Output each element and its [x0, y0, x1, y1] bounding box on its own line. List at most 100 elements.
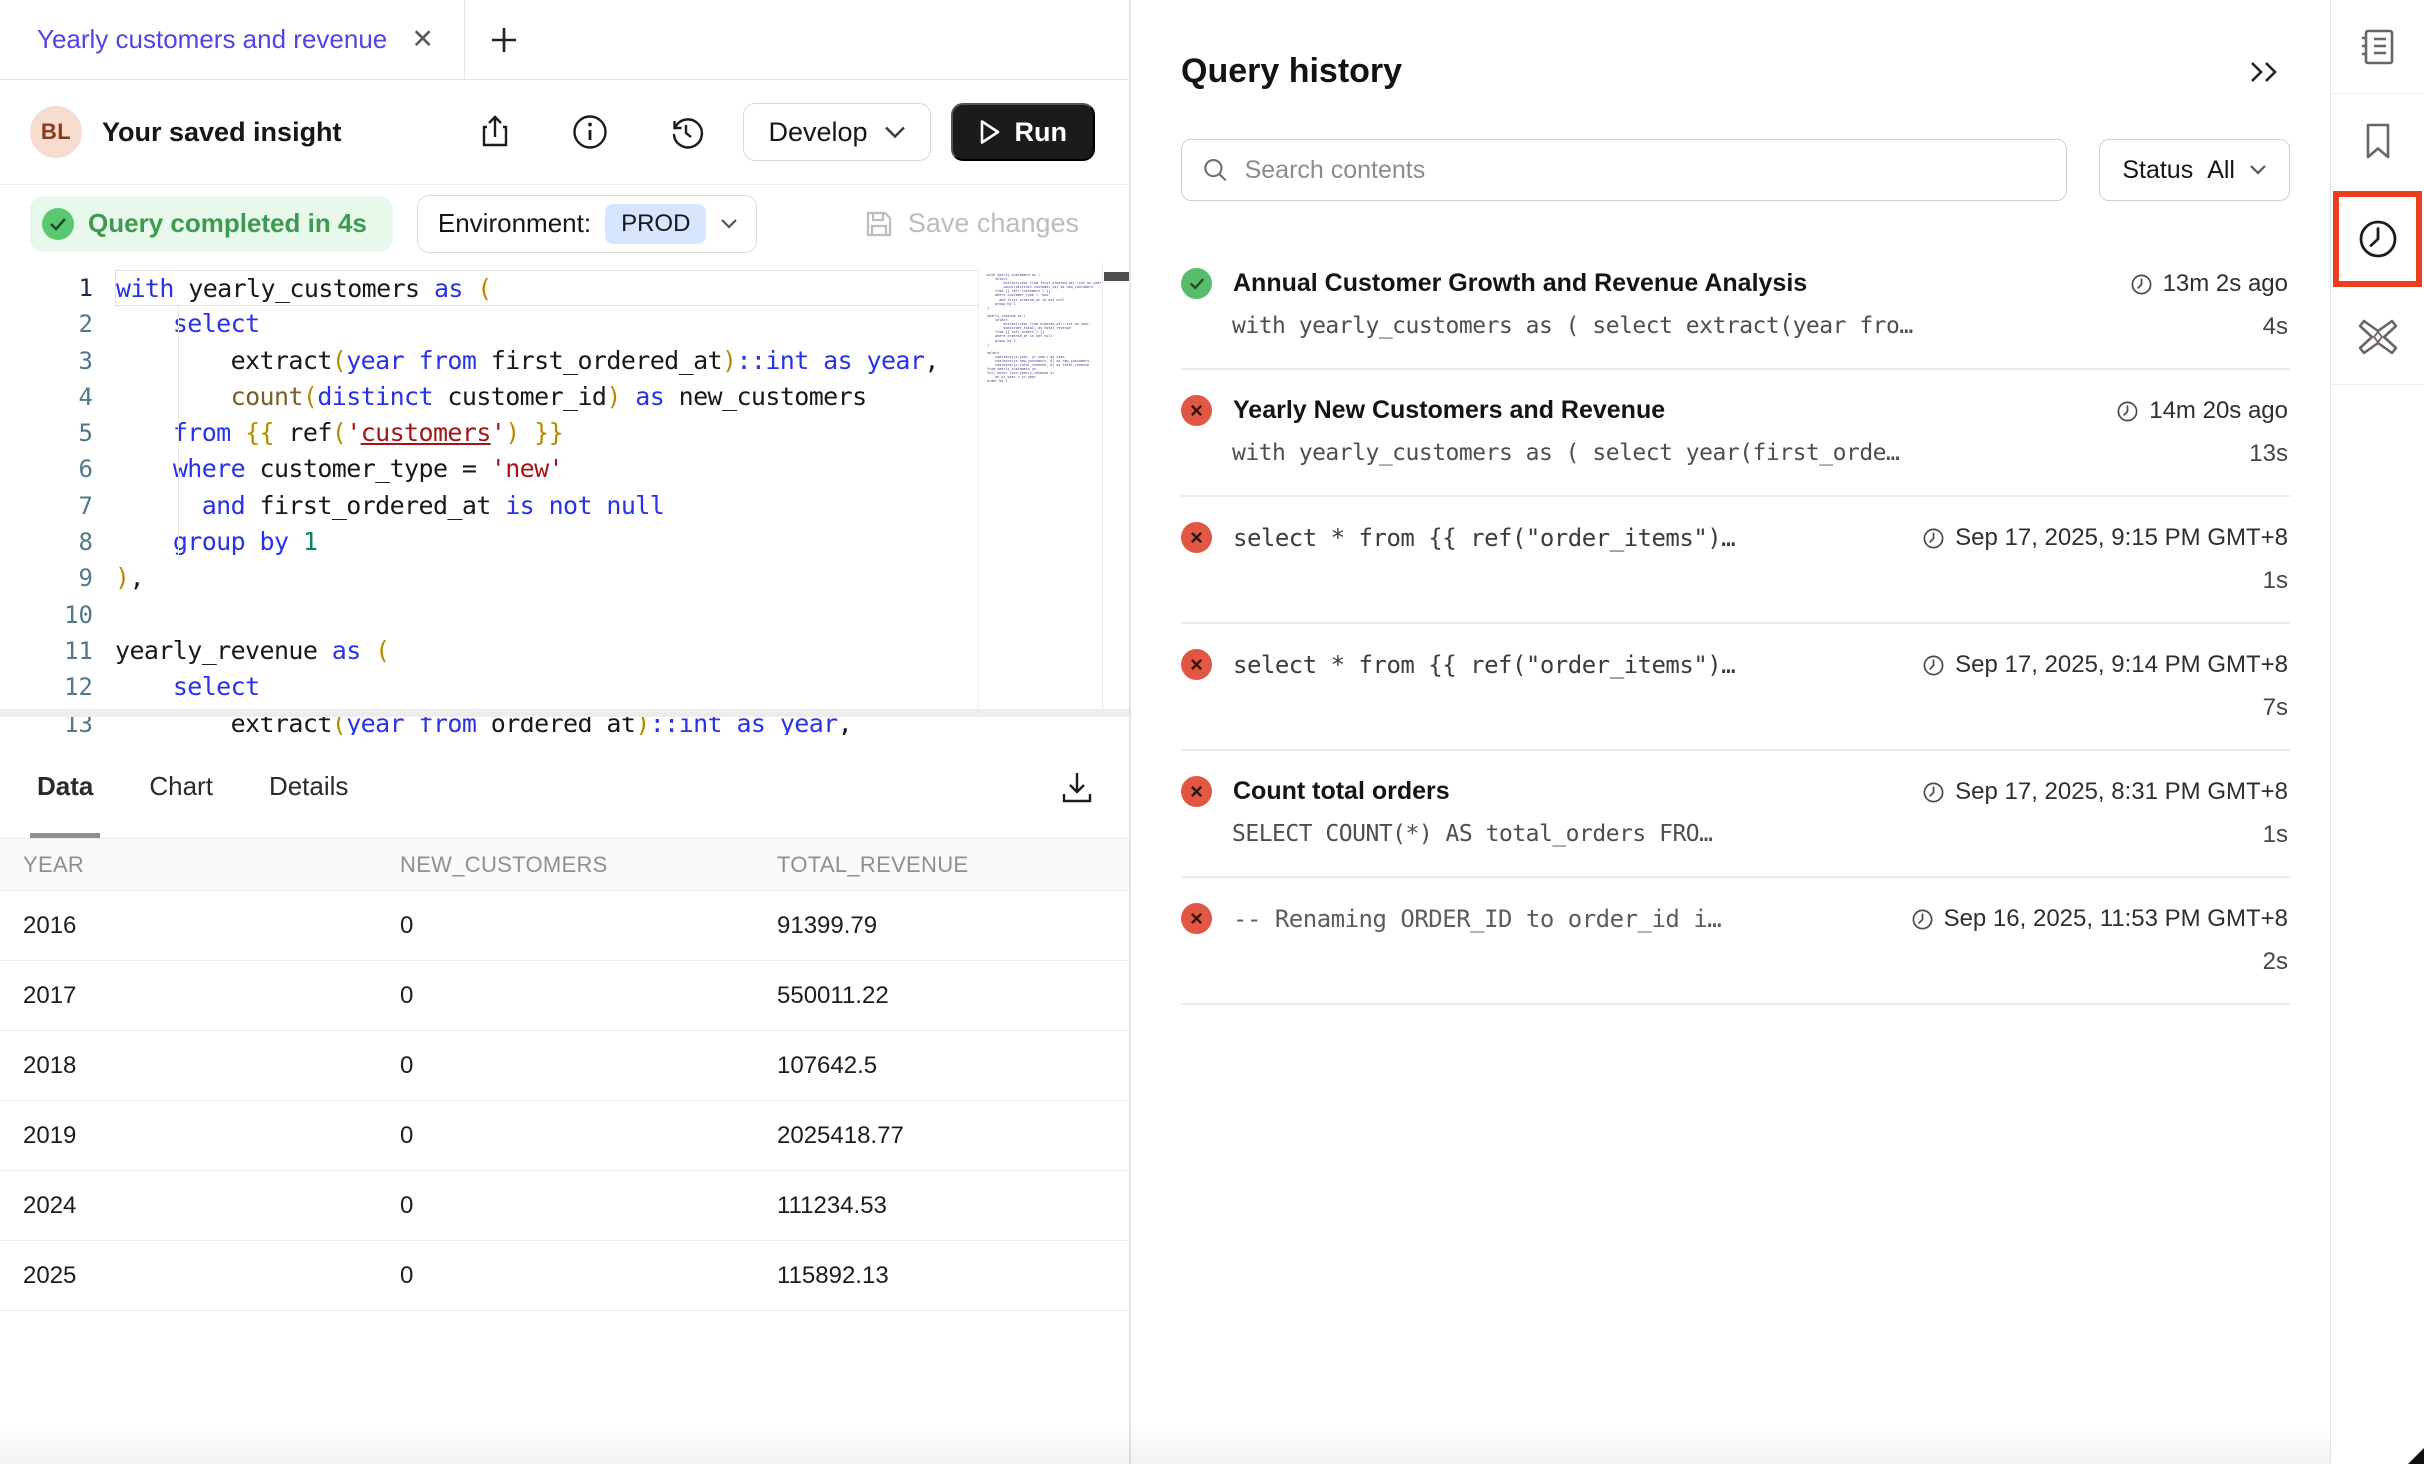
query-time-text: Sep 17, 2025, 8:31 PM GMT+8	[1955, 778, 2288, 806]
save-changes-button[interactable]: Save changes	[864, 208, 1079, 239]
query-history-entry[interactable]: select * from {{ ref("order_items")… Sep …	[1181, 497, 2290, 624]
version-history-button[interactable]	[667, 113, 705, 151]
table-cell: 0	[377, 961, 754, 1031]
query-time-text: 14m 20s ago	[2149, 397, 2288, 425]
check-circle-icon	[42, 208, 74, 240]
query-time: 14m 20s ago	[2116, 395, 2288, 425]
clock-history-icon	[2355, 216, 2401, 262]
results-header-row: YEARNEW_CUSTOMERSTOTAL_REVENUE	[0, 839, 1129, 891]
table-row: 20170550011.22	[0, 961, 1129, 1031]
table-row: 20250115892.13	[0, 1241, 1129, 1311]
share-icon	[477, 113, 513, 151]
code-line: select	[115, 306, 1129, 342]
environment-selector[interactable]: Environment: PROD	[417, 195, 758, 253]
query-history-entry[interactable]: -- Renaming ORDER_ID to order_id i…Sep 1…	[1181, 878, 2290, 1005]
new-tab-button[interactable]	[487, 23, 521, 57]
query-time: Sep 17, 2025, 9:15 PM GMT+8	[1922, 522, 2288, 552]
query-history-tool-button[interactable]	[2355, 216, 2401, 262]
develop-label: Develop	[768, 117, 867, 148]
line-number: 4	[0, 379, 93, 415]
results-tab-details[interactable]: Details	[269, 735, 348, 838]
editor-scrollbar[interactable]	[1102, 262, 1129, 717]
status-filter-value: All	[2207, 156, 2235, 185]
clock-icon	[1922, 781, 1945, 804]
close-icon[interactable]: ✕	[407, 24, 438, 55]
tab-title: Yearly customers and revenue	[37, 24, 407, 55]
run-button[interactable]: Run	[951, 103, 1095, 161]
query-history-entry[interactable]: select * from {{ ref("order_items")… Sep …	[1181, 624, 2290, 751]
query-history-entry[interactable]: Annual Customer Growth and Revenue Analy…	[1181, 243, 2290, 370]
active-tool-highlight	[2333, 191, 2422, 287]
version-history-icon	[667, 113, 705, 151]
query-history-entry[interactable]: Count total orders Sep 17, 2025, 8:31 PM …	[1181, 751, 2290, 878]
share-button[interactable]	[477, 113, 513, 151]
chevron-down-icon	[720, 218, 738, 230]
notebook-tool-button[interactable]	[2331, 0, 2424, 94]
indent-guide	[178, 306, 179, 560]
table-cell: 2018	[0, 1031, 377, 1101]
query-title: -- Renaming ORDER_ID to order_id i…	[1233, 905, 1721, 933]
tab-yearly-customers[interactable]: Yearly customers and revenue ✕	[0, 0, 465, 79]
table-cell: 2017	[0, 961, 377, 1031]
results-tab-chart[interactable]: Chart	[149, 735, 213, 838]
clock-icon	[1911, 908, 1934, 931]
search-box[interactable]	[1181, 139, 2067, 201]
results-tab-data[interactable]: Data	[37, 735, 93, 838]
status-filter-button[interactable]: Status All	[2099, 139, 2290, 201]
results-table: YEARNEW_CUSTOMERSTOTAL_REVENUE 201609139…	[0, 838, 1129, 1311]
info-icon	[571, 113, 609, 151]
search-input[interactable]	[1245, 156, 2047, 185]
double-chevron-right-icon	[2248, 59, 2282, 85]
code-line: yearly_revenue as (	[115, 633, 1129, 669]
table-cell: 2025	[0, 1241, 377, 1311]
code-line: ),	[115, 560, 1129, 596]
code-line: select	[115, 669, 1129, 705]
column-header: TOTAL_REVENUE	[754, 839, 1129, 891]
query-duration: 2s	[2263, 948, 2288, 976]
compass-icon	[2355, 315, 2401, 359]
sql-editor[interactable]: 12345678910111213 with yearly_customers …	[0, 262, 1129, 735]
table-cell: 0	[377, 891, 754, 961]
table-row: 201902025418.77	[0, 1101, 1129, 1171]
save-changes-label: Save changes	[908, 208, 1079, 239]
collapse-panel-button[interactable]	[2248, 59, 2282, 85]
error-icon	[1181, 395, 1212, 426]
clock-icon	[2116, 400, 2139, 423]
query-status-pill: Query completed in 4s	[30, 196, 393, 252]
tool-rail	[2330, 0, 2424, 1464]
insight-header: BL Your saved insight Develop Run	[0, 80, 1129, 185]
compass-tool-button[interactable]	[2331, 290, 2424, 384]
table-cell: 115892.13	[754, 1241, 1129, 1311]
line-number: 3	[0, 343, 93, 379]
status-filter-label: Status	[2122, 156, 2193, 185]
query-snippet: SELECT COUNT(*) AS total_orders FRO…	[1232, 821, 1713, 849]
line-number: 9	[0, 560, 93, 596]
editor-gutter: 12345678910111213	[0, 270, 115, 735]
line-number: 2	[0, 306, 93, 342]
line-number: 10	[0, 597, 93, 633]
query-title: Count total orders	[1233, 777, 1450, 806]
query-time-text: Sep 17, 2025, 9:14 PM GMT+8	[1955, 651, 2288, 679]
develop-button[interactable]: Develop	[743, 103, 930, 161]
bookmark-tool-button[interactable]	[2331, 94, 2424, 188]
editor-minimap[interactable]: with yearly_customers as ( select extrac…	[978, 268, 1102, 718]
floppy-icon	[864, 209, 894, 239]
code-line: and first_ordered_at is not null	[115, 488, 1129, 524]
line-number: 13	[0, 706, 93, 735]
query-duration: 4s	[2263, 313, 2288, 341]
line-number: 8	[0, 524, 93, 560]
info-button[interactable]	[571, 113, 609, 151]
table-cell: 550011.22	[754, 961, 1129, 1031]
line-number: 12	[0, 669, 93, 705]
minimap-code: with yearly_customers as ( select extrac…	[987, 273, 1098, 384]
table-cell: 0	[377, 1031, 754, 1101]
query-history-entry[interactable]: Yearly New Customers and Revenue14m 20s …	[1181, 370, 2290, 497]
table-cell: 0	[377, 1171, 754, 1241]
code-line: from {{ ref('customers') }}	[115, 415, 1129, 451]
download-icon	[1059, 769, 1095, 805]
code-line: count(distinct customer_id) as new_custo…	[115, 379, 1129, 415]
download-button[interactable]	[1059, 769, 1095, 805]
query-title: select * from {{ ref("order_items")…	[1233, 524, 1735, 552]
query-title: select * from {{ ref("order_items")…	[1233, 651, 1735, 679]
scrollbar-thumb[interactable]	[1104, 272, 1129, 281]
